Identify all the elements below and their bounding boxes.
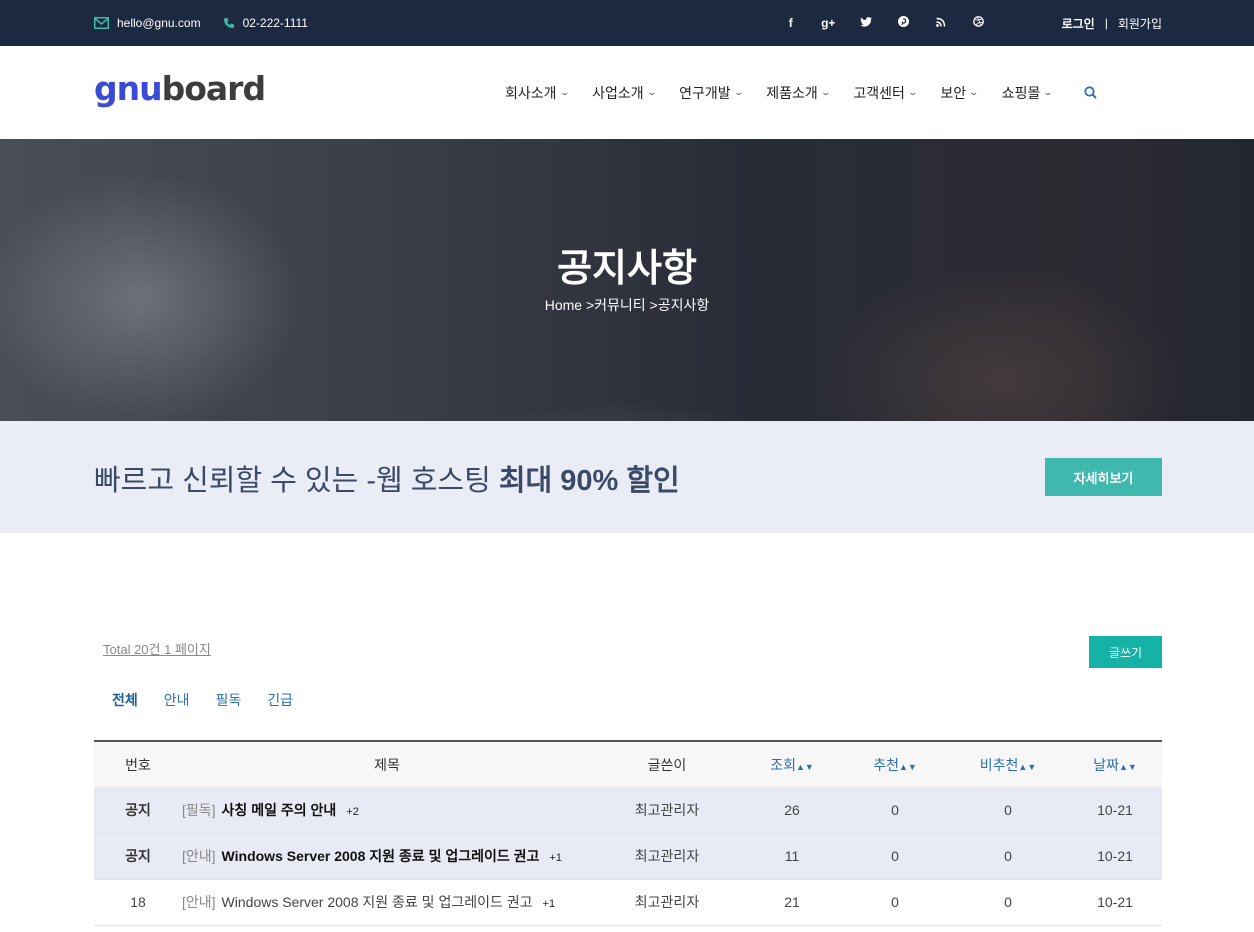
col-author: 글쓴이 (647, 756, 687, 773)
row-subject[interactable]: [안내] Windows Server 2008 지원 종료 및 업그레이드 권고… (182, 833, 592, 879)
top-bar: hello@gnu.com 02-222-1111 f g+ 로그인 | 회원가… (0, 0, 1254, 46)
row-number: 공지 (125, 801, 151, 818)
row-tag[interactable]: [안내] (182, 848, 216, 864)
col-views[interactable]: 조회▲▼ (742, 741, 842, 787)
main-nav: 회사소개 ⌄ 사업소개 ⌄ 연구개발 ⌄ 제품소개 ⌄ 고객센터 ⌄ 보안 ⌄ 쇼핑몰 ⌄ (505, 46, 1097, 139)
row-up: 0 (891, 848, 899, 864)
tab-all[interactable]: 전체 (112, 690, 138, 710)
board-table: 번호 제목 글쓴이 조회▲▼ 추천▲▼ 비추천▲▼ 날짜▲▼ 공지 [필독] 사칭… (94, 740, 1162, 926)
nav-item-company[interactable]: 회사소개 ⌄ (505, 83, 570, 103)
row-title[interactable]: Windows Server 2008 지원 종료 및 업그레이드 권고 (222, 848, 540, 864)
chevron-down-icon: ⌄ (646, 87, 657, 97)
col-not-recommend[interactable]: 비추천▲▼ (948, 741, 1068, 787)
category-tabs: 전체 안내 필독 긴급 (112, 690, 293, 710)
row-tag[interactable]: [필독] (182, 802, 216, 818)
gnuboard-logo[interactable]: gnuboard (94, 72, 266, 105)
promo-highlight: 최대 90% 할인 (498, 465, 680, 497)
row-down: 0 (1004, 848, 1012, 864)
contact-info: hello@gnu.com 02-222-1111 (94, 0, 308, 46)
tab-urgent[interactable]: 긴급 (267, 690, 293, 710)
page-hero: 공지사항 Home >커뮤니티 >공지사항 (0, 139, 1254, 421)
row-views: 26 (784, 801, 800, 818)
row-date: 10-21 (1097, 894, 1133, 910)
auth-separator: | (1104, 16, 1108, 30)
chevron-down-icon: ⌄ (907, 87, 918, 97)
twitter-icon[interactable] (847, 16, 885, 30)
comment-count: +2 (346, 805, 359, 818)
row-author[interactable]: 최고관리자 (592, 787, 742, 833)
row-subject[interactable]: [필독] 사칭 메일 주의 안내 +2 (182, 787, 592, 833)
chevron-down-icon: ⌄ (1042, 87, 1054, 97)
chevron-down-icon: ⌄ (968, 87, 980, 97)
row-date: 10-21 (1097, 848, 1133, 864)
total-count: Total 20건 1 페이지 (103, 642, 211, 657)
nav-item-shop[interactable]: 쇼핑몰 ⌄ (1002, 83, 1054, 103)
join-link[interactable]: 회원가입 (1118, 15, 1162, 32)
row-views: 11 (784, 848, 800, 864)
row-down: 0 (1004, 801, 1012, 818)
row-views: 21 (784, 894, 800, 910)
col-number: 번호 (125, 756, 151, 773)
table-header: 번호 제목 글쓴이 조회▲▼ 추천▲▼ 비추천▲▼ 날짜▲▼ (94, 741, 1162, 787)
row-author[interactable]: 최고관리자 (592, 879, 742, 925)
rss-icon[interactable] (922, 16, 960, 30)
row-title[interactable]: 사칭 메일 주의 안내 (222, 802, 337, 818)
nav-item-security[interactable]: 보안 ⌄ (940, 83, 980, 103)
details-button[interactable]: 자세히보기 (1045, 458, 1162, 496)
promo-text: 빠르고 신뢰할 수 있는 -웹 호스팅 최대 90% 할인 (94, 465, 680, 497)
row-down: 0 (1004, 894, 1012, 910)
email-text: hello@gnu.com (117, 16, 201, 30)
row-date: 10-21 (1097, 801, 1133, 818)
nav-item-support[interactable]: 고객센터 ⌄ (853, 83, 918, 103)
row-up: 0 (891, 894, 899, 910)
comment-count: +1 (542, 898, 556, 910)
phone-icon (223, 18, 234, 28)
auth-links: 로그인 | 회원가입 (1062, 0, 1162, 46)
facebook-icon[interactable]: f (772, 16, 810, 30)
google-plus-icon[interactable]: g+ (810, 16, 848, 30)
row-author[interactable]: 최고관리자 (592, 833, 742, 879)
nav-item-products[interactable]: 제품소개 ⌄ (766, 83, 831, 103)
tab-info[interactable]: 안내 (164, 690, 190, 710)
breadcrumb: Home >커뮤니티 >공지사항 (544, 297, 710, 313)
row-number: 18 (130, 894, 146, 910)
pinterest-icon[interactable] (885, 16, 923, 30)
promo-banner: 빠르고 신뢰할 수 있는 -웹 호스팅 최대 90% 할인 자세히보기 (0, 421, 1254, 533)
col-date[interactable]: 날짜▲▼ (1068, 741, 1162, 787)
sort-icon: ▲▼ (1118, 761, 1137, 772)
chevron-down-icon: ⌄ (820, 87, 831, 97)
envelope-icon (94, 17, 109, 29)
tab-must-read[interactable]: 필독 (216, 690, 242, 710)
social-links: f g+ (772, 0, 997, 46)
col-recommend[interactable]: 추천▲▼ (842, 741, 948, 787)
write-button[interactable]: 글쓰기 (1089, 636, 1162, 668)
login-link[interactable]: 로그인 (1062, 15, 1095, 32)
sort-icon: ▲▼ (898, 761, 917, 772)
nav-item-business[interactable]: 사업소개 ⌄ (592, 83, 657, 103)
row-subject[interactable]: [안내] Windows Server 2008 지원 종료 및 업그레이드 권고… (182, 879, 592, 925)
nav-item-research[interactable]: 연구개발 ⌄ (679, 83, 744, 103)
row-tag[interactable]: [안내] (182, 894, 216, 910)
phone-contact[interactable]: 02-222-1111 (223, 16, 308, 30)
comment-count: +1 (549, 852, 562, 864)
dribbble-icon[interactable] (960, 16, 998, 30)
table-row[interactable]: 공지 [필독] 사칭 메일 주의 안내 +2 최고관리자 26 0 0 10-21 (94, 787, 1162, 833)
table-row[interactable]: 18 [안내] Windows Server 2008 지원 종료 및 업그레이드… (94, 879, 1162, 925)
phone-text: 02-222-1111 (242, 16, 308, 30)
search-icon[interactable] (1084, 86, 1097, 99)
board-section: Total 20건 1 페이지 글쓰기 전체 안내 필독 긴급 번호 제목 글쓴… (0, 533, 1254, 932)
col-subject: 제목 (374, 756, 400, 773)
chevron-down-icon: ⌄ (733, 87, 744, 97)
table-row[interactable]: 공지 [안내] Windows Server 2008 지원 종료 및 업그레이드… (94, 833, 1162, 879)
sort-icon: ▲▼ (795, 761, 814, 772)
chevron-down-icon: ⌄ (559, 87, 570, 97)
email-contact[interactable]: hello@gnu.com (94, 16, 201, 30)
row-up: 0 (891, 801, 899, 818)
row-number: 공지 (125, 848, 151, 864)
row-title[interactable]: Windows Server 2008 지원 종료 및 업그레이드 권고 (222, 894, 533, 910)
sort-icon: ▲▼ (1018, 761, 1037, 772)
site-header: gnuboard 회사소개 ⌄ 사업소개 ⌄ 연구개발 ⌄ 제품소개 ⌄ 고객센터 ⌄ 보… (0, 46, 1254, 139)
page-title: 공지사항 (557, 248, 697, 290)
